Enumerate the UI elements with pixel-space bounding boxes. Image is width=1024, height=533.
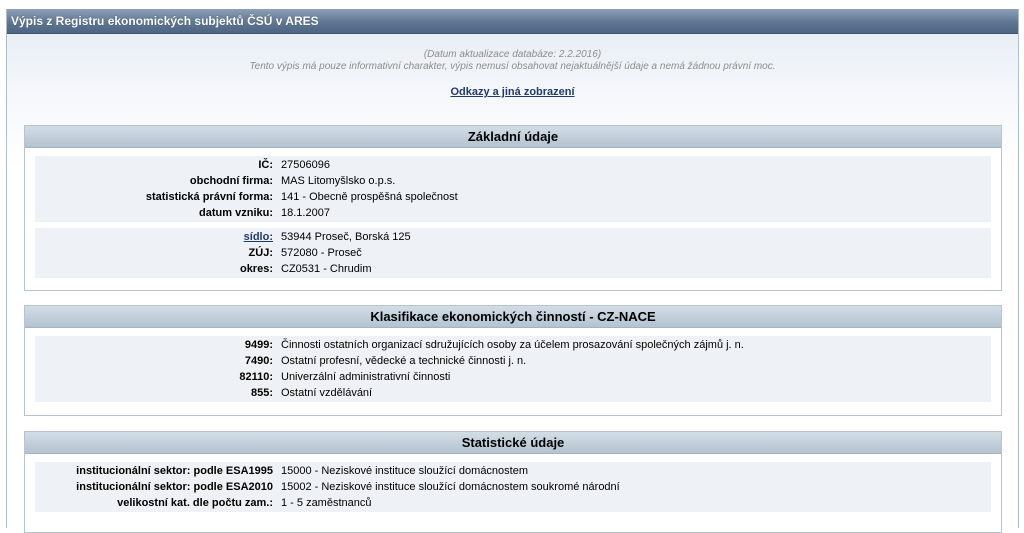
- esa2010-label: institucionální sektor: podle ESA2010: [76, 481, 273, 493]
- seat-label-cell: sídlo:: [35, 229, 281, 245]
- nace-description: Ostatní profesní, vědecké a technické či…: [281, 355, 527, 367]
- disclaimer-text: Tento výpis má pouze informativní charak…: [249, 61, 776, 72]
- employee-category-row: velikostní kat. dle počtu zam.: 1 - 5 za…: [35, 495, 991, 511]
- esa2010-row: institucionální sektor: podle ESA2010 15…: [35, 479, 991, 495]
- legal-form-row: statistická právní forma: 141 - Obecně p…: [35, 189, 991, 205]
- company-name-row: obchodní firma: MAS Litomyšlsko o.p.s.: [35, 173, 991, 189]
- company-name-label: obchodní firma:: [189, 175, 273, 187]
- esa1995-row: institucionální sektor: podle ESA1995 15…: [35, 463, 991, 479]
- window-title: Výpis z Registru ekonomických subjektů Č…: [7, 9, 1018, 34]
- zuj-label: ZÚJ:: [248, 247, 273, 259]
- district-label: okres:: [239, 263, 273, 275]
- basic-info-block: IČ: 27506096 obchodní firma: MAS Litomyš…: [35, 156, 991, 222]
- nace-row: 855: Ostatní vzdělávání: [35, 385, 991, 401]
- district-row: okres: CZ0531 - Chrudim: [35, 261, 991, 277]
- nace-row: 7490: Ostatní profesní, vědecké a techni…: [35, 353, 991, 369]
- legal-form-label: statistická právní forma:: [145, 191, 273, 203]
- links-and-views-link[interactable]: Odkazy a jiná zobrazení: [450, 86, 574, 98]
- zuj-row: ZÚJ: 572080 - Proseč: [35, 245, 991, 261]
- ico-label: IČ:: [258, 159, 273, 171]
- basic-info-header: Základní údaje: [25, 126, 1001, 148]
- legal-form-value: 141 - Obecně prospěšná společnost: [281, 191, 458, 203]
- ico-row: IČ: 27506096: [35, 157, 991, 173]
- nace-row: 9499: Činnosti ostatních organizací sdru…: [35, 337, 991, 353]
- ico-value: 27506096: [281, 159, 330, 171]
- address-block: sídlo: 53944 Proseč, Borská 125 ZÚJ: 572…: [35, 228, 991, 278]
- employee-category-label: velikostní kat. dle počtu zam.:: [117, 497, 273, 509]
- founding-date-row: datum vzniku: 18.1.2007: [35, 205, 991, 221]
- nace-row: 82110: Univerzální administrativní činno…: [35, 369, 991, 385]
- seat-link[interactable]: sídlo:: [244, 231, 273, 243]
- seat-row: sídlo: 53944 Proseč, Borská 125: [35, 229, 991, 245]
- esa1995-value: 15000 - Neziskové instituce sloužící dom…: [281, 465, 529, 477]
- nace-code: 82110:: [239, 371, 273, 383]
- statistics-header: Statistické údaje: [25, 432, 1001, 454]
- ares-window: Výpis z Registru ekonomických subjektů Č…: [6, 9, 1019, 533]
- zuj-value: 572080 - Proseč: [281, 247, 362, 259]
- links-row: Odkazy a jiná zobrazení: [7, 86, 1018, 98]
- founding-date-label: datum vzniku:: [199, 207, 273, 219]
- nace-block: 9499: Činnosti ostatních organizací sdru…: [35, 336, 991, 402]
- founding-date-value: 18.1.2007: [281, 207, 330, 219]
- esa2010-value: 15002 - Neziskové instituce sloužící dom…: [281, 481, 620, 493]
- nace-code: 855:: [250, 387, 273, 399]
- nace-description: Činnosti ostatních organizací sdružující…: [281, 339, 744, 351]
- esa1995-label: institucionální sektor: podle ESA1995: [76, 465, 273, 477]
- nace-code: 9499:: [244, 339, 273, 351]
- nace-code: 7490:: [244, 355, 273, 367]
- company-name-value: MAS Litomyšlsko o.p.s.: [281, 175, 396, 187]
- statistics-block: institucionální sektor: podle ESA1995 15…: [35, 462, 991, 512]
- meta-info: (Datum aktualizace databáze: 2.2.2016) T…: [7, 49, 1018, 73]
- seat-value: 53944 Proseč, Borská 125: [281, 231, 411, 243]
- nace-header: Klasifikace ekonomických činností - CZ-N…: [25, 306, 1001, 328]
- employee-category-value: 1 - 5 zaměstnanců: [281, 497, 372, 509]
- database-update-date: (Datum aktualizace databáze: 2.2.2016): [423, 49, 602, 60]
- nace-section: Klasifikace ekonomických činností - CZ-N…: [24, 305, 1002, 416]
- district-value: CZ0531 - Chrudim: [281, 263, 372, 275]
- statistics-section: Statistické údaje institucionální sektor…: [24, 431, 1002, 533]
- nace-description: Ostatní vzdělávání: [281, 387, 373, 399]
- basic-info-section: Základní údaje IČ: 27506096 obchodní fir…: [24, 125, 1002, 291]
- nace-description: Univerzální administrativní činnosti: [281, 371, 451, 383]
